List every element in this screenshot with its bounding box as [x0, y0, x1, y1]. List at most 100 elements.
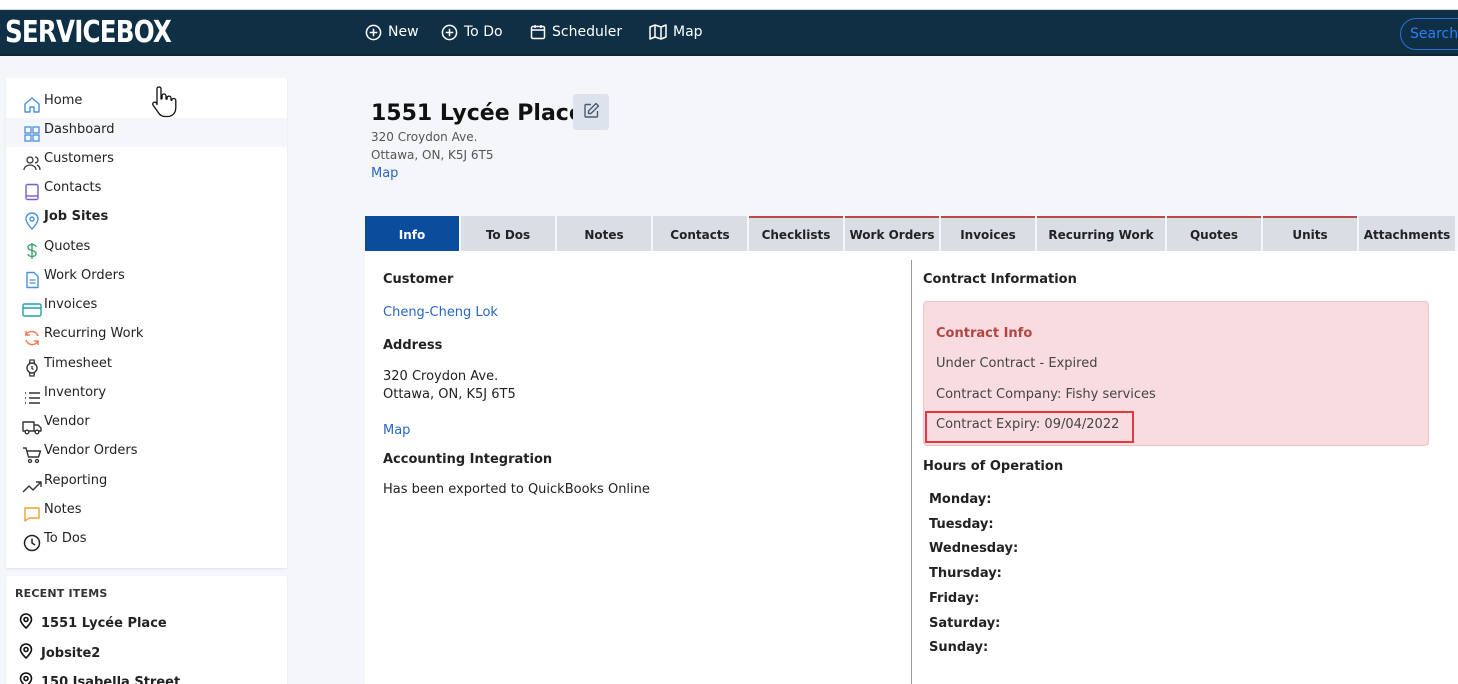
tab-bar: Info To Dos Notes Contacts Checklists Wo… — [365, 216, 1457, 251]
edit-button[interactable] — [573, 94, 609, 130]
contract-status: Under Contract - Expired — [936, 356, 1098, 371]
header-address-line2: Ottawa, ON, K5J 6T5 — [371, 148, 494, 162]
sidebar-item-recurring-work[interactable]: Recurring Work — [6, 322, 287, 351]
header-map-link[interactable]: Map — [371, 166, 398, 181]
clock-icon — [22, 532, 42, 552]
recent-item-label: 150 Isabella Street — [41, 674, 181, 684]
search-box — [1400, 18, 1458, 50]
sidebar-item-label: Quotes — [44, 239, 91, 254]
hand-cursor-icon — [150, 85, 178, 123]
sidebar-item-inventory[interactable]: Inventory — [6, 381, 287, 410]
plus-circle-icon — [441, 24, 458, 41]
tab-quotes[interactable]: Quotes — [1167, 216, 1261, 251]
location-pin-icon — [19, 613, 33, 633]
address-map-link[interactable]: Map — [383, 423, 410, 438]
sidebar: Home Dashboard Customers Contacts Job Si… — [6, 78, 287, 568]
sidebar-item-notes[interactable]: Notes — [6, 498, 287, 527]
tab-notes[interactable]: Notes — [557, 216, 651, 251]
trend-icon — [22, 474, 42, 494]
address-label: Address — [383, 338, 443, 353]
address-line2: Ottawa, ON, K5J 6T5 — [383, 387, 516, 402]
sidebar-item-contacts[interactable]: Contacts — [6, 176, 287, 205]
sidebar-item-timesheet[interactable]: Timesheet — [6, 352, 287, 381]
recent-item[interactable]: Jobsite2 — [19, 642, 100, 664]
nav-map-label: Map — [673, 24, 703, 40]
sidebar-item-reporting[interactable]: Reporting — [6, 469, 287, 498]
cart-icon — [22, 444, 42, 464]
address-line1: 320 Croydon Ave. — [383, 369, 499, 384]
tab-units[interactable]: Units — [1263, 216, 1357, 251]
tab-checklists[interactable]: Checklists — [749, 216, 843, 251]
hours-day-sunday: Sunday: — [929, 640, 989, 655]
sidebar-item-customers[interactable]: Customers — [6, 147, 287, 176]
search-input[interactable] — [1410, 26, 1458, 42]
calendar-icon — [530, 24, 546, 40]
refresh-icon — [22, 327, 42, 347]
brand-logo[interactable]: SERVICEBOX — [5, 15, 172, 51]
accounting-status: Has been exported to QuickBooks Online — [383, 482, 650, 497]
sidebar-item-label: Reporting — [44, 473, 108, 488]
sidebar-item-label: Vendor Orders — [44, 443, 138, 458]
map-pin-icon — [22, 210, 42, 230]
location-pin-icon — [19, 672, 33, 684]
book-icon — [22, 181, 42, 201]
tab-info[interactable]: Info — [365, 216, 459, 251]
recent-item-label: 1551 Lycée Place — [41, 615, 167, 631]
sidebar-item-vendor-orders[interactable]: Vendor Orders — [6, 439, 287, 468]
users-icon — [22, 152, 42, 172]
hours-label: Hours of Operation — [923, 459, 1064, 474]
tab-todos[interactable]: To Dos — [461, 216, 555, 251]
sidebar-item-dashboard[interactable]: Dashboard — [6, 118, 287, 147]
sidebar-item-job-sites[interactable]: Job Sites — [6, 205, 287, 234]
recent-item[interactable]: 1551 Lycée Place — [19, 612, 167, 634]
top-strip — [0, 0, 1458, 10]
nav-new-button[interactable]: New — [365, 21, 419, 43]
home-icon — [22, 94, 42, 114]
hours-day-wednesday: Wednesday: — [929, 541, 1019, 556]
sidebar-item-home[interactable]: Home — [6, 89, 287, 118]
recent-items-panel: RECENT ITEMS 1551 Lycée Place Jobsite2 1… — [6, 576, 287, 684]
dollar-icon — [22, 240, 42, 260]
contract-section-label: Contract Information — [923, 272, 1077, 287]
sidebar-item-todos[interactable]: To Dos — [6, 527, 287, 556]
sidebar-item-vendor[interactable]: Vendor — [6, 410, 287, 439]
sidebar-item-label: Customers — [44, 151, 114, 166]
map-icon — [649, 24, 667, 40]
expiry-highlight-box — [925, 411, 1134, 443]
location-pin-icon — [19, 643, 33, 663]
nav-scheduler-button[interactable]: Scheduler — [530, 21, 622, 43]
hours-day-thursday: Thursday: — [929, 566, 1002, 581]
tab-work-orders[interactable]: Work Orders — [845, 216, 939, 251]
column-divider — [911, 260, 912, 684]
nav-todo-button[interactable]: To Do — [441, 21, 503, 43]
customer-link[interactable]: Cheng-Cheng Lok — [383, 305, 498, 320]
list-icon — [22, 386, 42, 406]
nav-todo-label: To Do — [464, 24, 503, 40]
grid-icon — [22, 123, 42, 143]
hours-day-monday: Monday: — [929, 492, 992, 507]
sidebar-item-label: Job Sites — [44, 209, 109, 224]
recent-item[interactable]: 150 Isabella Street — [19, 671, 180, 684]
file-icon — [22, 269, 42, 289]
tab-recurring-work[interactable]: Recurring Work — [1037, 216, 1165, 251]
tab-invoices[interactable]: Invoices — [941, 216, 1035, 251]
sidebar-item-invoices[interactable]: Invoices — [6, 293, 287, 322]
recent-items-title: RECENT ITEMS — [15, 587, 108, 600]
chat-icon — [22, 503, 42, 523]
nav-map-button[interactable]: Map — [649, 21, 703, 43]
hours-day-tuesday: Tuesday: — [929, 517, 994, 532]
plus-circle-icon — [365, 24, 382, 41]
sidebar-item-label: Timesheet — [44, 356, 112, 371]
contract-company: Contract Company: Fishy services — [936, 387, 1156, 402]
sidebar-item-label: Contacts — [44, 180, 102, 195]
sidebar-item-work-orders[interactable]: Work Orders — [6, 264, 287, 293]
card-icon — [22, 298, 42, 318]
sidebar-item-label: Recurring Work — [44, 326, 144, 341]
tab-contacts[interactable]: Contacts — [653, 216, 747, 251]
sidebar-item-label: Vendor — [44, 414, 90, 429]
sidebar-item-label: Invoices — [44, 297, 98, 312]
sidebar-item-quotes[interactable]: Quotes — [6, 235, 287, 264]
tab-attachments[interactable]: Attachments — [1359, 216, 1455, 251]
edit-icon — [583, 102, 600, 123]
watch-icon — [22, 357, 42, 377]
